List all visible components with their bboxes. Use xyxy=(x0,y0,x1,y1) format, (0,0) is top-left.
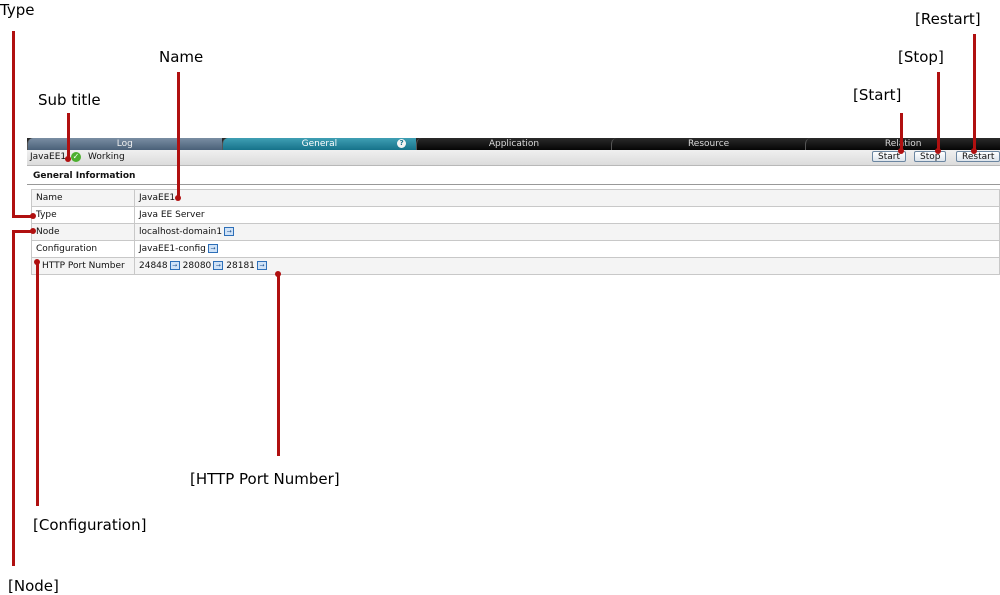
jump-link-icon[interactable]: → xyxy=(207,244,218,253)
tab-application-label: Application xyxy=(488,139,540,149)
callout-dot-start xyxy=(898,148,904,154)
tab-bar: Log General? Application Resource Relati… xyxy=(27,138,1000,150)
callout-line-sub-title xyxy=(67,113,70,160)
table-row-http-port: HTTP Port Number 24848 → 28080 → 28181 → xyxy=(31,257,1000,275)
callout-dot-configuration xyxy=(34,259,40,265)
tab-resource[interactable]: Resource xyxy=(610,138,806,150)
callout-label-type: Type xyxy=(0,1,35,19)
tab-log[interactable]: Log xyxy=(27,138,222,150)
tab-resource-label: Resource xyxy=(687,139,730,149)
callout-dot-restart xyxy=(971,148,977,154)
table-row-type: Type Java EE Server xyxy=(31,206,1000,224)
callout-label-stop: [Stop] xyxy=(898,48,944,66)
section-title: General Information xyxy=(33,171,136,181)
row-label-http-port: HTTP Port Number xyxy=(31,257,135,275)
callout-label-node: [Node] xyxy=(8,577,59,595)
callout-label-sub-title: Sub title xyxy=(38,91,101,109)
row-label-type: Type xyxy=(31,206,135,224)
callout-dot-type xyxy=(30,213,36,219)
row-label-name: Name xyxy=(31,189,135,207)
callout-line-restart xyxy=(973,34,976,151)
check-circle-icon: ✓ xyxy=(71,152,81,162)
table-row-node: Node localhost-domain1 → xyxy=(31,223,1000,241)
tab-log-label: Log xyxy=(116,139,133,149)
node-value: localhost-domain1 xyxy=(139,227,223,237)
jump-link-icon[interactable]: → xyxy=(256,261,267,270)
server-name: JavaEE1 xyxy=(30,152,67,162)
callout-dot-name xyxy=(175,195,181,201)
jump-link-icon[interactable]: → xyxy=(213,261,224,270)
callout-line-http-port xyxy=(277,274,280,456)
row-value-http-port: 24848 → 28080 → 28181 → xyxy=(134,257,1000,275)
tab-relation-label: Relation xyxy=(884,139,922,149)
tab-general[interactable]: General? xyxy=(221,138,417,150)
row-value-configuration: JavaEE1-config → xyxy=(134,240,1000,258)
tab-application[interactable]: Application xyxy=(416,138,611,150)
section-divider xyxy=(27,184,1000,185)
callout-line-node xyxy=(12,230,32,233)
tab-general-label: General xyxy=(301,139,338,149)
callout-label-restart: [Restart] xyxy=(915,10,981,28)
callout-dot-http-port xyxy=(275,271,281,277)
row-label-configuration: Configuration xyxy=(31,240,135,258)
callout-dot-node xyxy=(30,228,36,234)
callout-line-type xyxy=(12,31,15,217)
table-row-configuration: Configuration JavaEE1-config → xyxy=(31,240,1000,258)
callout-label-configuration: [Configuration] xyxy=(33,516,147,534)
jump-link-icon[interactable]: → xyxy=(224,227,235,236)
row-value-node: localhost-domain1 → xyxy=(134,223,1000,241)
status-bar: JavaEE1 ✓ Working Start Stop Restart xyxy=(27,150,1000,166)
callout-line-node xyxy=(12,230,15,566)
port-value: 24848 xyxy=(139,261,168,271)
stop-button[interactable]: Stop xyxy=(914,151,947,162)
jump-link-icon[interactable]: → xyxy=(169,261,180,270)
general-info-table: Name JavaEE1 Type Java EE Server Node lo… xyxy=(31,189,1000,275)
callout-label-name: Name xyxy=(159,48,204,66)
restart-button[interactable]: Restart xyxy=(956,151,1000,162)
row-label-node: Node xyxy=(31,223,135,241)
port-value: 28080 xyxy=(182,261,212,271)
callout-line-name xyxy=(177,72,180,199)
callout-line-stop xyxy=(937,72,940,151)
help-icon[interactable]: ? xyxy=(397,139,407,148)
row-value-name: JavaEE1 xyxy=(134,189,1000,207)
callout-dot-sub-title xyxy=(65,156,71,162)
callout-line-start xyxy=(900,113,903,151)
callout-line-type xyxy=(12,215,32,218)
configuration-value: JavaEE1-config xyxy=(139,244,206,254)
row-value-type: Java EE Server xyxy=(134,206,1000,224)
callout-label-http-port-number: [HTTP Port Number] xyxy=(190,470,340,488)
callout-label-start: [Start] xyxy=(853,86,902,104)
port-value: 28181 xyxy=(226,261,255,271)
status-text: Working xyxy=(88,152,125,162)
callout-dot-stop xyxy=(935,148,941,154)
callout-line-configuration xyxy=(36,262,39,506)
